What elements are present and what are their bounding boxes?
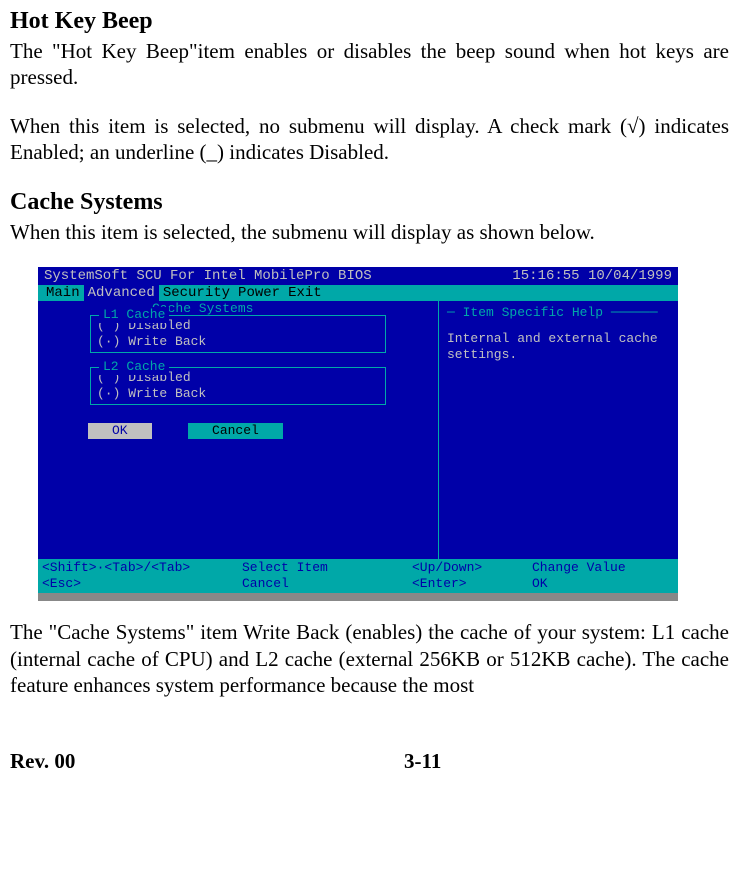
- footer-change-value: Change Value: [532, 560, 674, 576]
- bios-datetime: 15:16:55 10/04/1999: [512, 268, 672, 284]
- help-body: Internal and external cache settings.: [447, 331, 670, 363]
- footer-cancel: Cancel: [242, 576, 412, 592]
- bios-body: Cache Systems L1 Cache ( ) Disabled (·) …: [38, 301, 678, 559]
- cancel-button[interactable]: Cancel: [188, 423, 283, 439]
- bios-help-panel: Item Specific Help Internal and external…: [438, 301, 678, 559]
- footer-shift-tab: <Shift>·<Tab>/<Tab>: [42, 560, 242, 576]
- revision-label: Rev. 00: [10, 748, 75, 774]
- bios-menu-bar: MainAdvancedSecurityPowerExit: [38, 285, 678, 301]
- bios-title-text: SystemSoft SCU For Intel MobilePro BIOS: [44, 268, 372, 284]
- footer-enter: <Enter>: [412, 576, 532, 592]
- footer-ok: OK: [532, 576, 674, 592]
- l1-writeback-option[interactable]: (·) Write Back: [97, 334, 379, 350]
- bios-left-panel: Cache Systems L1 Cache ( ) Disabled (·) …: [38, 301, 438, 559]
- page-footer: Rev. 00 3-11: [10, 748, 441, 774]
- bios-screenshot: SystemSoft SCU For Intel MobilePro BIOS …: [38, 267, 678, 601]
- hot-key-beep-para2: When this item is selected, no submenu w…: [10, 113, 729, 166]
- l2-cache-group: L2 Cache ( ) Disabled (·) Write Back: [90, 367, 386, 405]
- bios-footer: <Shift>·<Tab>/<Tab> <Esc> Select Item Ca…: [38, 559, 678, 593]
- bios-title-bar: SystemSoft SCU For Intel MobilePro BIOS …: [38, 267, 678, 285]
- l1-cache-group: L1 Cache ( ) Disabled (·) Write Back: [90, 315, 386, 353]
- page-number: 3-11: [404, 748, 441, 774]
- l2-cache-title: L2 Cache: [99, 359, 169, 375]
- l1-cache-title: L1 Cache: [99, 307, 169, 323]
- bios-bottom-strip: [38, 593, 678, 601]
- cache-systems-heading: Cache Systems: [10, 187, 729, 217]
- menu-power[interactable]: Power: [234, 285, 284, 301]
- menu-security[interactable]: Security: [159, 285, 234, 301]
- cache-systems-para2: The "Cache Systems" item Write Back (ena…: [10, 619, 729, 698]
- footer-updown: <Up/Down>: [412, 560, 532, 576]
- bios-buttons: OK Cancel: [88, 423, 438, 439]
- ok-button[interactable]: OK: [88, 423, 152, 439]
- footer-esc: <Esc>: [42, 576, 242, 592]
- footer-select-item: Select Item: [242, 560, 412, 576]
- l2-writeback-option[interactable]: (·) Write Back: [97, 386, 379, 402]
- hot-key-beep-heading: Hot Key Beep: [10, 6, 729, 36]
- hot-key-beep-para1: The "Hot Key Beep"item enables or disabl…: [10, 38, 729, 91]
- cache-systems-para1: When this item is selected, the submenu …: [10, 219, 729, 245]
- menu-exit[interactable]: Exit: [284, 285, 326, 301]
- menu-advanced[interactable]: Advanced: [84, 285, 159, 301]
- menu-main[interactable]: Main: [42, 285, 84, 301]
- help-title: Item Specific Help: [447, 305, 670, 321]
